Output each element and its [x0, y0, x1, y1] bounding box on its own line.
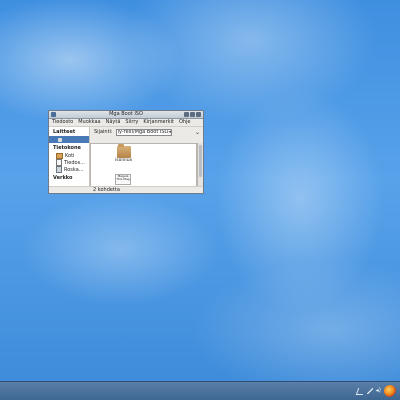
location-label: Sijainti:: [94, 129, 113, 135]
places-sidebar: Laitteet Tietokone Koti Tiedos... Roska.…: [49, 127, 90, 187]
scrollbar-thumb[interactable]: [199, 145, 202, 177]
trash-icon: [56, 166, 62, 173]
location-bar: Sijainti: ly-rexi/Mga Boot ISO ◂: [90, 127, 203, 137]
file-view[interactable]: isolinux Magela This Mag: [90, 143, 197, 187]
file-item-folder[interactable]: isolinux: [115, 144, 133, 163]
sidebar-item-device[interactable]: [49, 136, 89, 143]
status-text: 2 kohdetta: [93, 187, 120, 193]
sidebar-heading-network: Verkko: [53, 175, 73, 181]
maximize-button[interactable]: [190, 112, 195, 117]
title-bar[interactable]: Mga Boot ISO: [49, 111, 203, 119]
document-thumbnail-icon: Magela This Mag: [115, 174, 131, 185]
sidebar-item-label: Koti: [65, 152, 75, 159]
browser-icon[interactable]: [384, 385, 396, 397]
scrollbar[interactable]: [197, 143, 203, 187]
chevron-down-icon[interactable]: ⌄: [195, 129, 200, 136]
window-title: Mga Boot ISO: [109, 111, 143, 117]
sidebar-item-filesystem[interactable]: Tiedos...: [49, 159, 89, 166]
network-icon[interactable]: [355, 387, 365, 395]
location-value: ly-rexi/Mga Boot ISO: [117, 128, 169, 135]
minimize-button[interactable]: [184, 112, 189, 117]
sidebar-item-home[interactable]: Koti: [49, 152, 89, 159]
speaker-icon[interactable]: ◂): [376, 387, 381, 395]
filesystem-icon: [56, 159, 62, 166]
status-bar: 2 kohdetta: [49, 186, 203, 193]
sidebar-heading-computer: Tietokone: [53, 145, 81, 151]
close-button[interactable]: [196, 112, 201, 117]
menu-edit[interactable]: Muokkaa: [78, 119, 100, 126]
sidebar-item-trash[interactable]: Roska...: [49, 166, 89, 173]
file-item-document[interactable]: Magela This Mag: [115, 174, 131, 185]
file-manager-window[interactable]: Mga Boot ISO Tiedosto Muokkaa Näytä Siir…: [48, 110, 204, 194]
menu-go[interactable]: Siirry: [125, 119, 138, 126]
sidebar-item-label: Roska...: [64, 166, 84, 173]
location-input[interactable]: ly-rexi/Mga Boot ISO ◂: [115, 128, 172, 136]
file-label: isolinux: [115, 158, 133, 163]
menu-file[interactable]: Tiedosto: [52, 119, 73, 126]
sidebar-heading-devices: Laitteet: [53, 129, 76, 135]
menu-help[interactable]: Ohje: [179, 119, 191, 126]
drive-icon: [58, 137, 62, 142]
folder-icon: [116, 144, 131, 158]
clear-icon[interactable]: ◂: [168, 130, 170, 135]
taskbar: ◂): [0, 381, 400, 400]
main-pane: Sijainti: ly-rexi/Mga Boot ISO ◂ ⌄ isoli…: [90, 127, 203, 187]
menu-bar: Tiedosto Muokkaa Näytä Siirry Kirjanmerk…: [49, 119, 203, 127]
volume-icon[interactable]: [366, 388, 373, 394]
menu-bookmarks[interactable]: Kirjanmerkit: [143, 119, 174, 126]
system-tray: ◂): [355, 385, 396, 397]
menu-view[interactable]: Näytä: [106, 119, 121, 126]
sidebar-item-label: Tiedos...: [64, 159, 85, 166]
home-folder-icon: [56, 152, 63, 159]
